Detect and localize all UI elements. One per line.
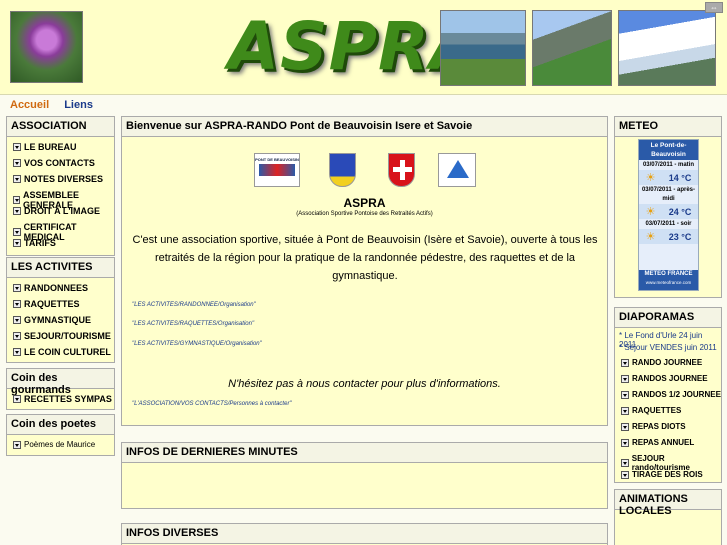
animations-panel: ANIMATIONS LOCALES [614, 489, 722, 545]
chevron-down-icon [13, 228, 21, 236]
meteo-slot-label: 03/07/2011 - matin [642, 162, 695, 168]
meteo-location: Le Pont-de-Beauvoisin [639, 140, 698, 160]
infos-dernieres-panel: INFOS DE DERNIERES MINUTES [121, 442, 608, 509]
meteo-slot-row: ☀ 24 °C [639, 204, 698, 219]
chevron-down-icon [621, 406, 629, 415]
meteo-slot-label: 03/07/2011 - après-midi [641, 187, 696, 202]
nav-links-link[interactable]: Liens [64, 99, 93, 111]
meteo-france-logo[interactable]: METEO FRANCE www.meteofrance.com [639, 270, 698, 290]
club-logo [438, 153, 476, 187]
poetes-menu: Coin des poetes Poèmes de Maurice [6, 414, 115, 456]
diaporama-link-vendes[interactable]: * Séjour VENDES juin 2011 [619, 343, 717, 352]
chevron-down-icon [621, 390, 629, 399]
animations-title: ANIMATIONS LOCALES [615, 490, 721, 517]
randonnee-link[interactable]: "LES ACTIVITES/RANDONNEE/Organisation" [132, 302, 256, 308]
sun-icon: ☀ [645, 206, 656, 218]
chevron-down-icon [13, 159, 21, 167]
welcome-title: Bienvenue sur ASPRA-RANDO Pont de Beauvo… [122, 117, 607, 137]
intro-text: C'est une association sportive, située à… [132, 234, 598, 282]
diaporama-tirage-rois[interactable]: TIRAGE DES ROIS [621, 470, 703, 479]
chevron-down-icon [13, 175, 21, 183]
chevron-down-icon [13, 440, 21, 449]
diaporama-rando-journee[interactable]: RANDO JOURNEE [621, 358, 702, 367]
raquettes-link[interactable]: "LES ACTIVITES/RAQUETTES/Organisation" [132, 321, 254, 327]
diaporama-raquettes[interactable]: RAQUETTES [621, 406, 681, 415]
meteo-widget[interactable]: Le Pont-de-Beauvoisin 03/07/2011 - matin… [638, 139, 699, 291]
mountain-photo [532, 10, 612, 86]
activites-menu: LES ACTIVITES RANDONNEES RAQUETTES GYMNA… [6, 257, 115, 363]
gymnastique-link[interactable]: "LES ACTIVITES/GYMNASTIQUE/Organisation" [132, 341, 262, 347]
diaporama-randos-journee[interactable]: RANDOS JOURNEE [621, 374, 708, 383]
menu-item-le-bureau[interactable]: LE BUREAU [13, 142, 77, 152]
contact-text: N'hésitez pas à nous contacter pour plus… [228, 378, 501, 390]
meteo-panel: METEO Le Pont-de-Beauvoisin 03/07/2011 -… [614, 116, 722, 298]
aspra-heading: ASPRA [343, 196, 386, 210]
chevron-down-icon [13, 196, 21, 204]
chevron-down-icon [13, 284, 21, 292]
expand-icon[interactable]: ⇔ [705, 2, 723, 13]
isere-crest [329, 153, 356, 187]
infos-diverses-title: INFOS DIVERSES [122, 524, 607, 544]
diaporamas-title: DIAPORAMAS [615, 308, 721, 328]
meteo-title: METEO [615, 117, 721, 137]
menu-item-gymnastique[interactable]: GYMNASTIQUE [13, 315, 91, 325]
chevron-down-icon [13, 348, 21, 356]
chevron-down-icon [13, 332, 21, 340]
menu-item-droit-image[interactable]: DROIT A L'IMAGE [13, 206, 100, 216]
site-logo[interactable]: ASPRA [228, 10, 481, 84]
menu-item-sejour-tourisme[interactable]: SEJOUR/TOURISME [13, 331, 111, 341]
chevron-down-icon [13, 300, 21, 308]
chevron-down-icon [13, 143, 21, 151]
gourmands-menu-title: Coin des gourmands [7, 369, 114, 396]
sun-icon: ☀ [645, 231, 656, 243]
meteo-slot-label: 03/07/2011 - soir [645, 221, 692, 227]
header-banner: ASPRA ⇔ [0, 0, 727, 95]
pont-beauvoisin-logo: PONT DE BEAUVOISIN [254, 153, 300, 187]
top-navigation: Accueil Liens [10, 99, 105, 111]
diaporama-repas-diots[interactable]: REPAS DIOTS [621, 422, 686, 431]
aspra-subheading: (Association Sportive Pontoise des Retra… [296, 211, 433, 217]
chevron-down-icon [621, 459, 629, 467]
snowy-mountain-photo [618, 10, 716, 86]
menu-item-recettes[interactable]: RECETTES SYMPAS [13, 394, 112, 404]
welcome-panel: Bienvenue sur ASPRA-RANDO Pont de Beauvo… [121, 116, 608, 426]
diaporama-randos-demi-journee[interactable]: RANDOS 1/2 JOURNEE [621, 390, 721, 399]
menu-item-randonnees[interactable]: RANDONNEES [13, 283, 88, 293]
savoie-crest [388, 153, 415, 187]
infos-dernieres-title: INFOS DE DERNIERES MINUTES [122, 443, 607, 463]
association-menu: ASSOCIATION LE BUREAU VOS CONTACTS NOTES… [6, 116, 115, 256]
chevron-down-icon [621, 470, 629, 479]
diaporamas-panel: DIAPORAMAS * Le Fond d'Urle 24 juin 2011… [614, 307, 722, 483]
chevron-down-icon [621, 358, 629, 367]
lake-photo [440, 10, 526, 86]
meteo-temp: 14 °C [668, 172, 692, 183]
diaporama-repas-annuel[interactable]: REPAS ANNUEL [621, 438, 694, 447]
gourmands-menu: Coin des gourmands RECETTES SYMPAS [6, 368, 115, 410]
menu-item-poemes[interactable]: Poèmes de Maurice [13, 440, 95, 449]
chevron-down-icon [13, 316, 21, 324]
infos-diverses-panel: INFOS DIVERSES [121, 523, 608, 545]
menu-item-notes-diverses[interactable]: NOTES DIVERSES [13, 174, 103, 184]
poetes-menu-title: Coin des poetes [7, 415, 114, 435]
flower-photo [10, 11, 83, 83]
chevron-down-icon [621, 438, 629, 447]
sun-icon: ☀ [645, 172, 656, 184]
menu-item-coin-culturel[interactable]: LE COIN CULTUREL [13, 347, 111, 357]
menu-item-raquettes[interactable]: RAQUETTES [13, 299, 80, 309]
nav-home-link[interactable]: Accueil [10, 99, 49, 111]
chevron-down-icon [13, 207, 21, 215]
contacts-link[interactable]: "L'ASSOCIATION/VOS CONTACTS/Personnes à … [132, 401, 292, 407]
menu-item-vos-contacts[interactable]: VOS CONTACTS [13, 158, 95, 168]
chevron-down-icon [621, 374, 629, 383]
meteo-temp: 24 °C [668, 206, 692, 217]
activites-menu-title: LES ACTIVITES [7, 258, 114, 278]
menu-item-tarifs[interactable]: TARIFS [13, 238, 56, 248]
chevron-down-icon [621, 422, 629, 431]
association-menu-title: ASSOCIATION [7, 117, 114, 137]
meteo-slot-row: ☀ 23 °C [639, 229, 698, 244]
meteo-slot-row: ☀ 14 °C [639, 170, 698, 185]
meteo-temp: 23 °C [668, 231, 692, 242]
chevron-down-icon [13, 239, 21, 247]
chevron-down-icon [13, 395, 21, 403]
